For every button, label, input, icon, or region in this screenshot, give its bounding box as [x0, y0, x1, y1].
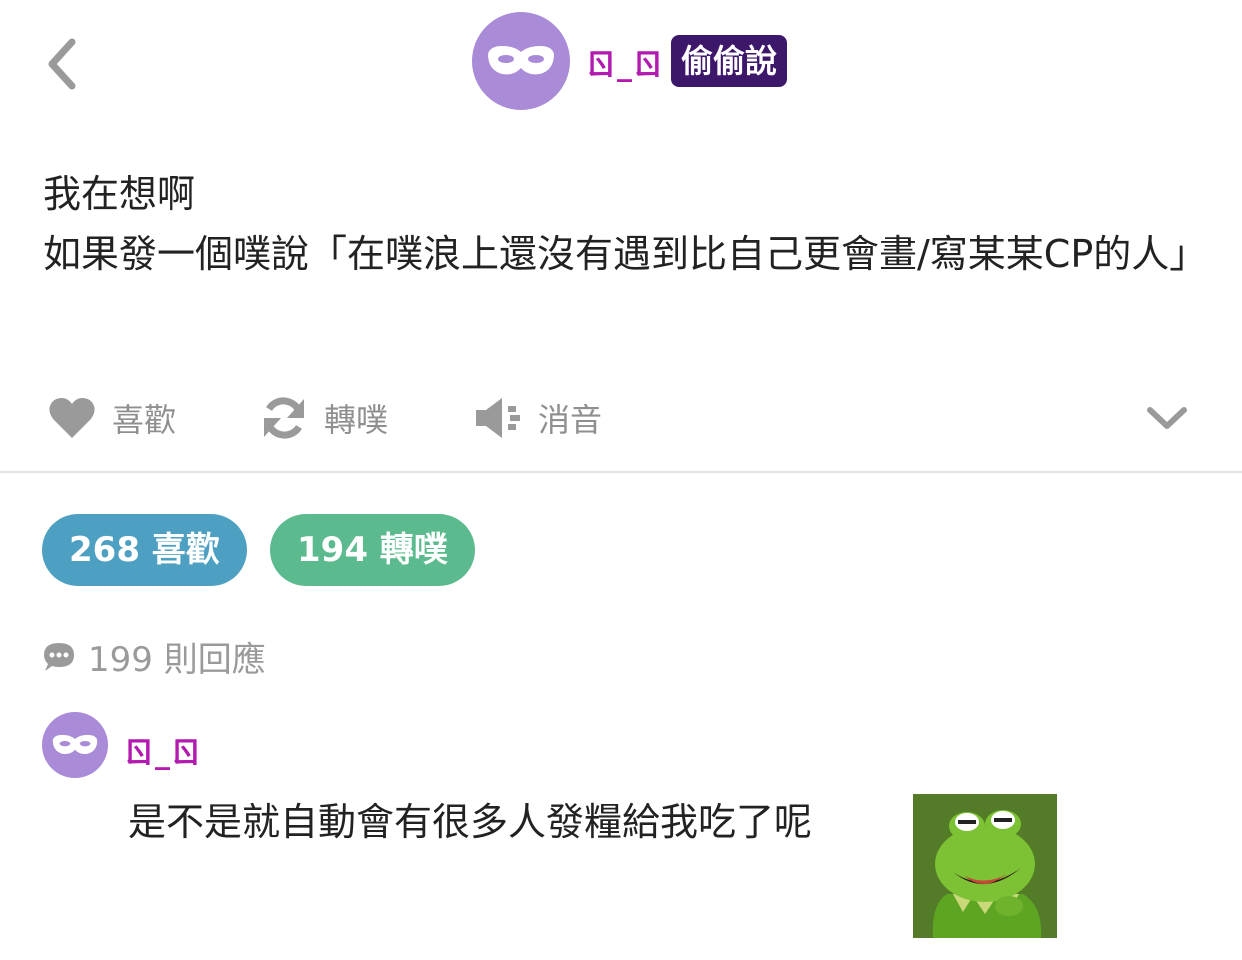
heart-icon	[49, 398, 95, 438]
mute-button[interactable]: 消音	[474, 392, 602, 444]
speech-bubble-icon	[44, 642, 74, 671]
chevron-down-icon	[1147, 407, 1187, 429]
more-options-button[interactable]	[1146, 398, 1188, 438]
mask-icon	[488, 46, 554, 75]
speaker-mute-icon	[476, 398, 520, 438]
avatar[interactable]	[472, 12, 570, 110]
mask-icon	[52, 734, 98, 755]
post-content: 我在想啊 如果發一個噗說「在噗浪上還沒有遇到比自己更會畫/寫某某CP的人」	[43, 172, 1208, 276]
kermit-sticker-image[interactable]	[913, 794, 1057, 938]
reply-content: 是不是就自動會有很多人發糧給我吃了呢	[128, 800, 813, 844]
username[interactable]: ㄖ_ㄖ	[586, 40, 664, 84]
replurk-button[interactable]: 轉噗	[260, 392, 388, 444]
likes-count-pill[interactable]: 268 喜歡	[42, 514, 247, 586]
back-button[interactable]	[38, 34, 88, 94]
like-button[interactable]: 喜歡	[48, 392, 176, 444]
replurks-count-pill[interactable]: 194 轉噗	[270, 514, 475, 586]
responses-count-label: 199 則回應	[88, 640, 266, 680]
chevron-left-icon	[48, 38, 76, 90]
divider	[0, 471, 1242, 473]
reply-avatar[interactable]	[42, 712, 108, 778]
mute-label: 消音	[538, 401, 603, 439]
refresh-icon	[264, 397, 304, 439]
responses-count: 199 則回應	[42, 632, 266, 681]
replurk-label: 轉噗	[324, 401, 389, 439]
like-label: 喜歡	[112, 401, 177, 439]
reply-username[interactable]: ㄖ_ㄖ	[124, 728, 202, 772]
whisper-badge: 偷偷說	[671, 35, 788, 87]
